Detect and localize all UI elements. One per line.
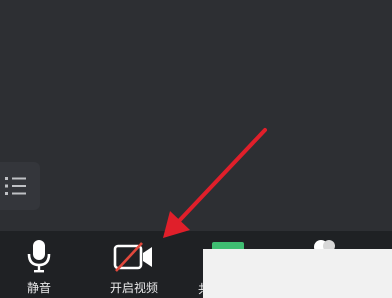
- start-video-button[interactable]: 开启视频: [96, 231, 172, 298]
- mute-label: 静音: [26, 281, 51, 295]
- video-stage: [0, 0, 392, 231]
- video-off-icon: [113, 242, 152, 272]
- watermark-overlay: [203, 249, 392, 298]
- list-toggle-button[interactable]: [0, 162, 40, 210]
- list-icon: [5, 177, 26, 195]
- start-video-label: 开启视频: [109, 281, 158, 295]
- microphone-icon: [27, 240, 51, 273]
- mute-button[interactable]: 静音: [12, 231, 66, 298]
